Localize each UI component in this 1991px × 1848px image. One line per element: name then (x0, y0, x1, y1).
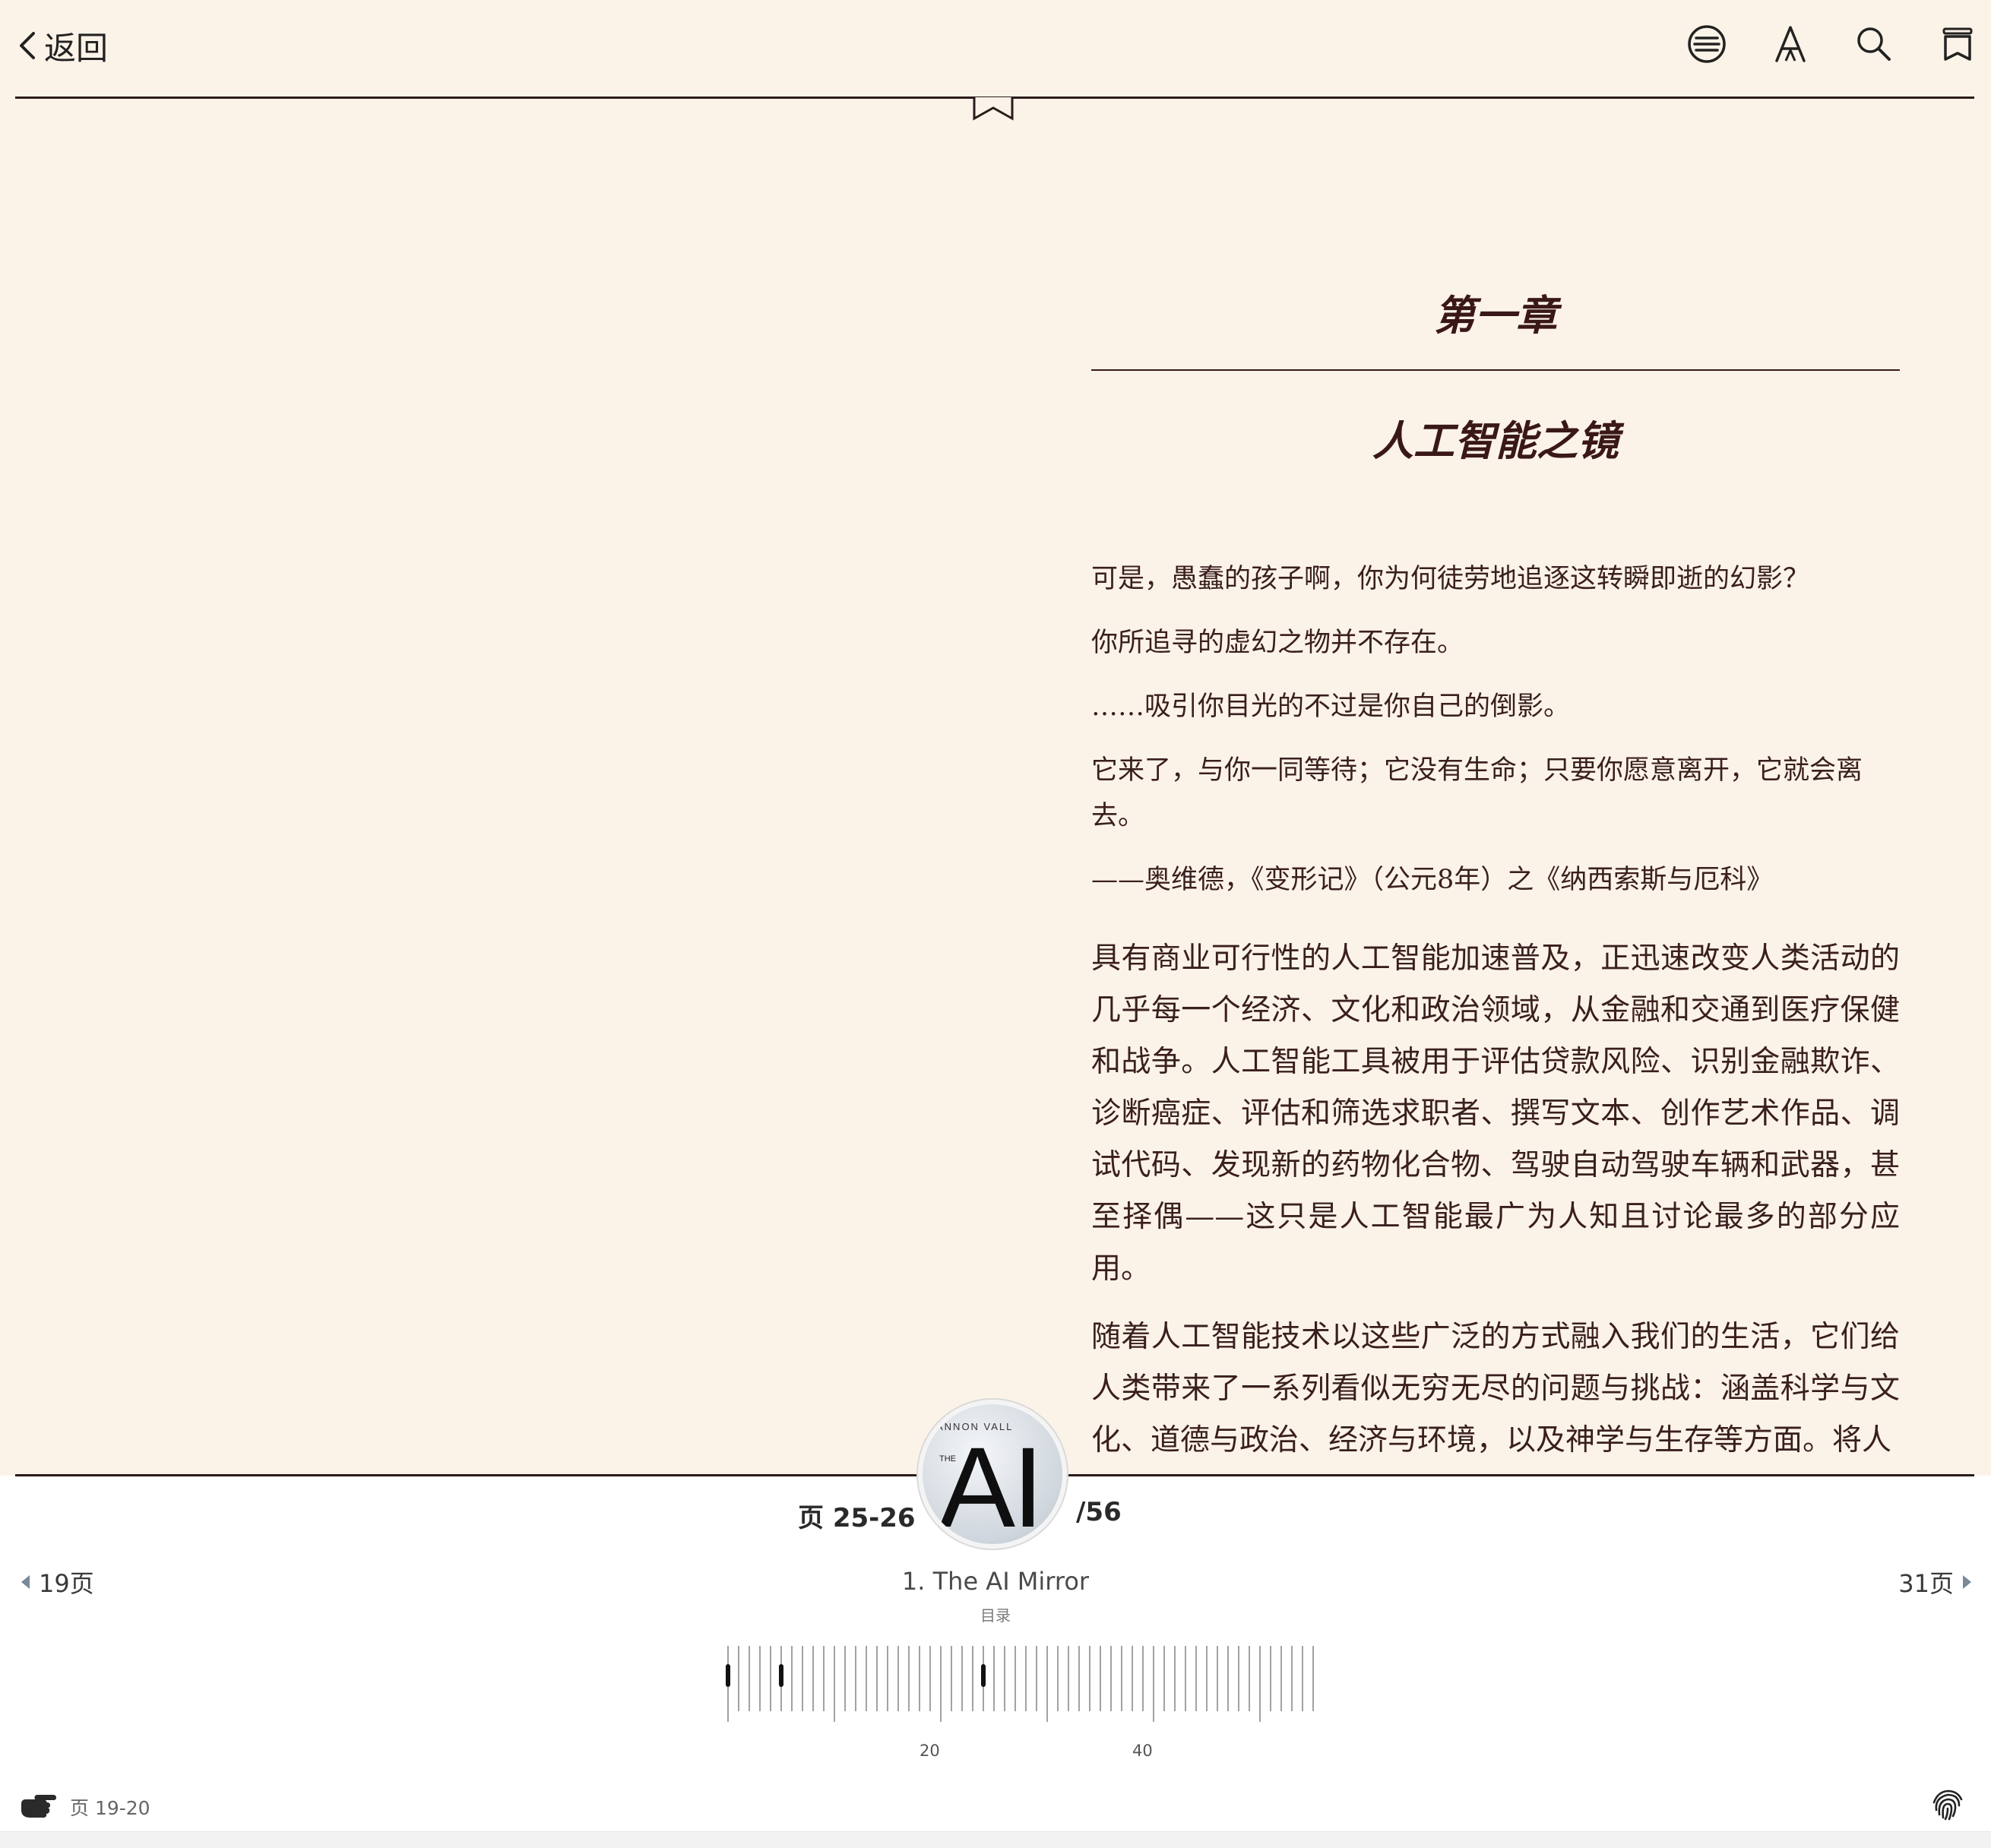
book-cover-thumbnail[interactable]: ANNON VALL AI THE (918, 1400, 1067, 1549)
hand-pointer-icon (21, 1795, 56, 1818)
back-button[interactable]: 返回 (17, 21, 108, 70)
contents-button[interactable] (1684, 21, 1730, 67)
scrubber-bookmark-marker[interactable] (726, 1664, 730, 1687)
font-settings-button[interactable] (1768, 21, 1813, 67)
fingerprint-icon[interactable] (1930, 1787, 1965, 1822)
top-toolbar: 返回 (0, 0, 1991, 99)
home-indicator-strip (0, 1831, 1991, 1848)
bookmark-icon (1942, 27, 1973, 61)
chapter-title: 人工智能之镜 (1372, 416, 1619, 465)
cover-title-text: AI (939, 1423, 1044, 1549)
tick-label: 40 (1132, 1742, 1153, 1760)
epigraph-attribution: ——奥维德，《变形记》（公元8年）之《纳西索斯与厄科》 (1091, 865, 1774, 895)
search-button[interactable] (1851, 21, 1897, 67)
page-scrubber[interactable] (722, 1641, 1322, 1763)
search-icon (1857, 27, 1891, 61)
scrubber-bookmark-marker[interactable] (779, 1664, 783, 1687)
page-bookmark-notch-icon[interactable] (973, 96, 1014, 123)
reading-history-link[interactable]: 页 19-20 (70, 1793, 150, 1821)
toc-link[interactable]: 目录 (0, 1603, 1991, 1625)
epigraph-line: 你所追寻的虚幻之物并不存在。 (1091, 628, 1464, 658)
body-paragraph: 具有商业可行性的人工智能加速普及，正迅速改变人类活动的几乎每一个经济、文化和政治… (1091, 941, 1900, 1286)
epigraph-line: 可是，愚蠢的孩子啊，你为何徒劳地追逐这转瞬即逝的幻影？ (1091, 564, 1810, 594)
epigraph-line: 它来了，与你一同等待；它没有生命；只要你愿意离开，它就会离去。 (1091, 755, 1863, 831)
back-label: 返回 (44, 29, 109, 67)
chapter-number: 第一章 (1434, 291, 1557, 340)
tick-label: 20 (920, 1742, 940, 1760)
current-page-range: 页 25-26 (798, 1503, 916, 1533)
reading-page: 第一章 人工智能之镜 可是，愚蠢的孩子啊，你为何徒劳地追逐这转瞬即逝的幻影？ 你… (1091, 274, 1900, 1459)
chapter-divider (1091, 369, 1900, 371)
chevron-left-icon (20, 32, 35, 59)
current-chapter-name: 1. The AI Mirror (901, 1567, 1090, 1596)
body-paragraph: 随着人工智能技术以这些广泛的方式融入我们的生活，它们给人类带来了一系列看似无穷无… (1091, 1320, 1900, 1457)
contents-icon (1688, 25, 1726, 63)
scrubber-current-marker[interactable] (981, 1664, 986, 1687)
total-pages: /56 (1076, 1497, 1122, 1527)
cover-the-text: THE (939, 1454, 956, 1464)
epigraph-line: ……吸引你目光的不过是你自己的倒影。 (1091, 691, 1571, 722)
font-icon (1775, 26, 1806, 62)
bookmark-button[interactable] (1935, 21, 1980, 67)
